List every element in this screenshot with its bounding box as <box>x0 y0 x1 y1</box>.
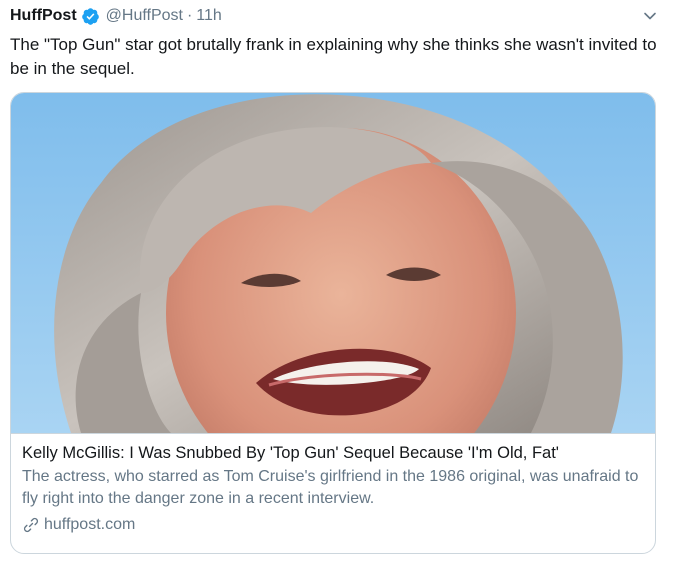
tweet-timestamp[interactable]: 11h <box>196 7 222 25</box>
card-title[interactable]: Kelly McGillis: I Was Snubbed By 'Top Gu… <box>22 442 644 464</box>
link-card[interactable]: Kelly McGillis: I Was Snubbed By 'Top Gu… <box>10 92 656 554</box>
chevron-down-icon[interactable] <box>642 8 658 24</box>
tweet-text: The "Top Gun" star got brutally frank in… <box>10 35 657 78</box>
link-icon <box>22 516 40 534</box>
tweet-header: HuffPost @HuffPost · 11h <box>10 4 222 28</box>
card-domain[interactable]: huffpost.com <box>22 514 644 536</box>
tweet[interactable]: HuffPost @HuffPost · 11h The "Top Gun" s… <box>0 0 680 561</box>
card-description: The actress, who starred as Tom Cruise's… <box>22 468 639 507</box>
article-photo[interactable] <box>11 93 655 498</box>
card-domain-label: huffpost.com <box>44 516 136 533</box>
verified-badge-icon <box>81 7 100 26</box>
author-handle[interactable]: @HuffPost <box>106 7 183 25</box>
separator-dot: · <box>186 7 193 24</box>
author-name[interactable]: HuffPost <box>10 7 77 25</box>
card-body: Kelly McGillis: I Was Snubbed By 'Top Gu… <box>11 433 655 553</box>
